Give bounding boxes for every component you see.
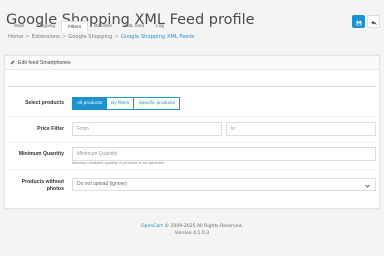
specific-products-button[interactable]: Specific products [134,97,180,110]
products-without-photos-label-line2: photos [46,185,64,192]
select-products-label: Select products [25,100,64,106]
footer: OpenCart © 2009-2025 All Rights Reserved… [0,224,384,237]
price-to-input[interactable]: to [226,122,376,136]
row-divider [8,142,376,143]
panel-heading: Edit feed Smartphones [5,56,379,70]
chevron-down-icon [365,182,370,193]
tab-main[interactable]: Main [8,21,30,32]
reply-icon [370,13,377,31]
copyright-text: © 2009-2025 All Rights Reserved. [163,224,243,229]
tab-log[interactable]: Log [150,21,170,32]
breadcrumb-separator: > [114,34,119,40]
minimum-quantity-help: Minimum available quantity of products t… [72,161,164,165]
tabs-divider [8,86,376,87]
price-filter-label: Price Filter [37,126,64,132]
products-without-photos-select[interactable]: Do not upload (ignore) [72,178,376,191]
all-products-button[interactable]: All products [72,97,108,110]
panel-title: Edit feed Smartphones [18,59,71,66]
version-text: Version 4.1.0.3 [174,230,210,236]
products-without-photos-label: Products without photos [4,179,64,192]
breadcrumb-extensions[interactable]: Extensions [32,34,60,40]
breadcrumb-current[interactable]: Google Shopping XML Feeds [121,34,195,40]
tab-blacklist[interactable]: Blacklist [88,21,118,32]
tab-filters[interactable]: Filters [61,21,89,32]
breadcrumb-home[interactable]: Home [8,34,23,40]
products-without-photos-value: Do not upload (ignore) [77,181,127,187]
minimum-quantity-label: Minimum Quantity [18,151,64,157]
pencil-icon [10,60,15,65]
minimum-quantity-input[interactable]: Minimum Quantity [72,147,376,161]
breadcrumb: Home > Extensions > Google Shopping > Google S… [8,34,195,40]
row-divider [8,169,376,170]
tab-bar: Main Shipping Filters Blacklist XML feed… [8,21,170,32]
by-filters-button[interactable]: By filters [107,97,135,110]
breadcrumb-google-shopping[interactable]: Google Shopping [68,34,112,40]
select-products-toggle: All products By filters Specific product… [72,97,180,110]
breadcrumb-separator: > [61,34,67,40]
breadcrumb-separator: > [25,34,30,40]
save-button[interactable] [352,15,365,28]
back-button[interactable] [367,15,380,28]
opencart-link[interactable]: OpenCart [141,224,163,229]
save-icon [356,13,362,31]
price-from-input[interactable]: From [72,122,222,136]
tab-shipping[interactable]: Shipping [30,21,61,32]
row-divider [8,116,376,117]
tab-xml-feed[interactable]: XML feed [118,21,150,32]
